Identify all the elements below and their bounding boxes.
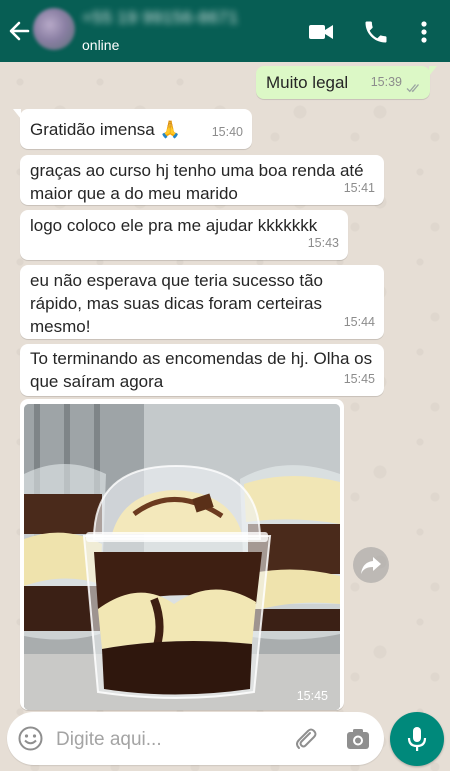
dessert-cups-image xyxy=(24,404,340,710)
mic-icon xyxy=(407,727,427,751)
message-input[interactable] xyxy=(54,726,288,754)
message-time: 15:40 xyxy=(211,125,243,139)
message-text: To terminando as encomendas de hj. Olha … xyxy=(30,349,373,391)
message-composer xyxy=(7,712,384,765)
message-bubble-incoming[interactable]: logo coloco ele pra me ajudar kkkkkkk 15… xyxy=(20,210,348,260)
image-message-bubble[interactable]: 15:45 xyxy=(20,399,344,710)
read-ticks-icon xyxy=(406,84,419,93)
phone-icon xyxy=(365,21,387,43)
emoji-button[interactable] xyxy=(18,726,43,751)
message-photo[interactable]: 15:45 xyxy=(24,404,340,710)
more-options-button[interactable] xyxy=(414,18,434,46)
message-bubble-incoming[interactable]: To terminando as encomendas de hj. Olha … xyxy=(20,344,384,396)
message-text: Gratidão imensa 🙏 xyxy=(30,120,181,139)
message-bubble-incoming[interactable]: eu não esperava que teria sucesso tão rá… xyxy=(20,265,384,339)
message-text: eu não esperava que teria sucesso tão rá… xyxy=(30,271,323,336)
voice-record-button[interactable] xyxy=(390,712,444,766)
message-bubble-incoming[interactable]: Gratidão imensa 🙏 15:40 xyxy=(13,109,252,149)
paperclip-icon xyxy=(296,728,317,749)
more-vert-icon xyxy=(421,21,427,43)
message-time: 15:41 xyxy=(343,181,375,195)
contact-avatar[interactable] xyxy=(33,8,75,50)
forward-button[interactable] xyxy=(353,547,389,583)
message-text: graças ao curso hj tenho uma boa renda a… xyxy=(30,161,364,203)
back-button[interactable] xyxy=(6,17,32,45)
back-arrow-icon xyxy=(9,21,30,41)
message-time: 15:43 xyxy=(307,236,339,250)
message-time: 15:45 xyxy=(343,372,375,386)
message-bubble-incoming[interactable]: graças ao curso hj tenho uma boa renda a… xyxy=(20,155,384,205)
message-bubble-outgoing[interactable]: Muito legal 15:39 xyxy=(256,66,437,99)
voice-call-button[interactable] xyxy=(362,18,390,46)
attach-button[interactable] xyxy=(293,726,319,752)
image-time: 15:45 xyxy=(296,689,328,703)
video-call-icon xyxy=(309,25,333,39)
chat-header: +55 19 99156-8671 online xyxy=(0,0,450,62)
contact-name[interactable]: +55 19 99156-8671 xyxy=(82,8,238,28)
video-call-button[interactable] xyxy=(307,18,335,46)
message-time: 15:44 xyxy=(343,315,375,329)
forward-icon xyxy=(361,557,381,574)
emoji-icon xyxy=(18,726,43,751)
message-time: 15:39 xyxy=(370,75,402,89)
contact-status: online xyxy=(82,37,120,53)
camera-icon xyxy=(347,729,369,749)
camera-button[interactable] xyxy=(345,727,371,751)
message-text: logo coloco ele pra me ajudar kkkkkkk xyxy=(30,216,318,235)
